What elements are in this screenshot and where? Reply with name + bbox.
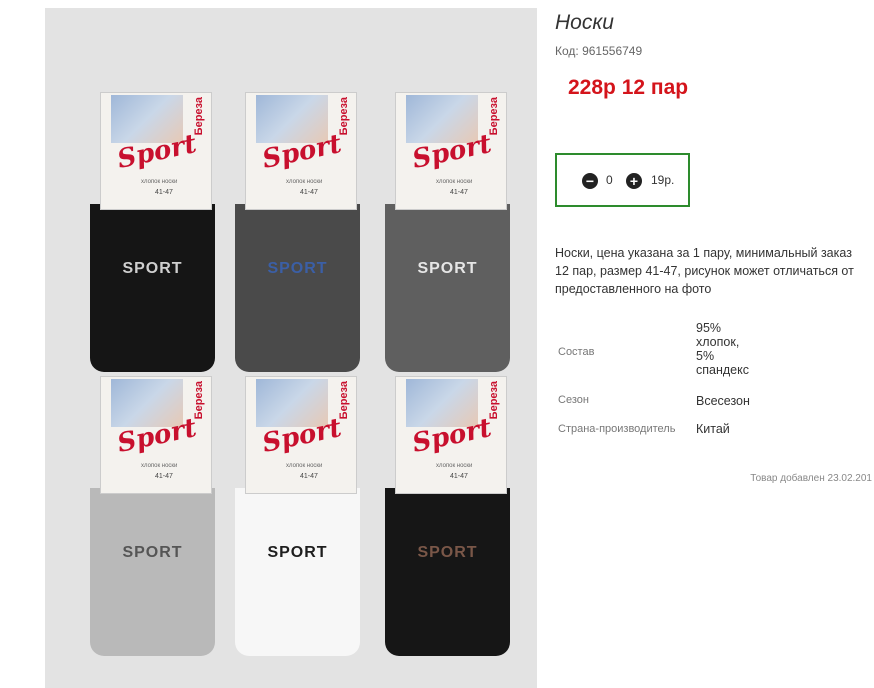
sock-word: SPORT — [417, 544, 478, 561]
sock-label: Береза Sport хлопок носки 41-47 — [245, 92, 357, 210]
spec-value-season: Всесезон — [696, 394, 750, 408]
sock-word: SPORT — [122, 544, 183, 561]
spec-label-composition: Состав — [558, 346, 595, 358]
sock-word: SPORT — [267, 544, 328, 561]
size-label: 41-47 — [300, 189, 318, 196]
brand-name: Береза — [338, 381, 350, 420]
size-label: 41-47 — [450, 473, 468, 480]
sock-body — [235, 488, 360, 656]
size-label: 41-47 — [155, 189, 173, 196]
sock-body — [235, 204, 360, 372]
brand-name: Береза — [193, 97, 205, 136]
label-subtitle: хлопок носки — [436, 463, 473, 469]
plus-circle-icon[interactable]: + — [626, 173, 642, 189]
spec-label-season: Сезон — [558, 394, 589, 406]
sock-label: Береза Sport хлопок носки 41-47 — [100, 376, 212, 494]
label-subtitle: хлопок носки — [141, 463, 178, 469]
sock-body — [90, 488, 215, 656]
label-subtitle: хлопок носки — [141, 179, 178, 185]
sock-label: Береза Sport хлопок носки 41-47 — [395, 92, 507, 210]
product-title: Носки — [555, 11, 614, 34]
label-subtitle: хлопок носки — [436, 179, 473, 185]
sock-label: Береза Sport хлопок носки 41-47 — [100, 92, 212, 210]
sock-body — [90, 204, 215, 372]
sock-word: SPORT — [267, 260, 328, 277]
sock-word: SPORT — [122, 260, 183, 277]
quantity-stepper: − 0 + 19р. — [555, 153, 690, 207]
sock-word: SPORT — [417, 260, 478, 277]
quantity-value: 0 — [606, 173, 613, 187]
brand-name: Береза — [488, 97, 500, 136]
spec-value-country: Китай — [696, 422, 730, 436]
brand-name: Береза — [338, 97, 350, 136]
product-photo[interactable]: Береза Sport хлопок носки 41-47 SPORT Бе… — [45, 8, 537, 688]
sock-body — [385, 488, 510, 656]
spec-value-composition: 95% хлопок, 5% спандекс — [696, 321, 749, 377]
minus-circle-icon[interactable]: − — [582, 173, 598, 189]
label-subtitle: хлопок носки — [286, 463, 323, 469]
sock-label: Береза Sport хлопок носки 41-47 — [395, 376, 507, 494]
brand-name: Береза — [488, 381, 500, 420]
product-price: 228р 12 пар — [568, 76, 689, 99]
product-description: Носки, цена указана за 1 пару, минимальн… — [555, 246, 854, 296]
sock-body — [385, 204, 510, 372]
product-code: Код: 961556749 — [555, 44, 643, 58]
unit-price: 19р. — [651, 173, 675, 187]
label-subtitle: хлопок носки — [286, 179, 323, 185]
sock-label: Береза Sport хлопок носки 41-47 — [245, 376, 357, 494]
size-label: 41-47 — [450, 189, 468, 196]
size-label: 41-47 — [300, 473, 318, 480]
added-date: Товар добавлен 23.02.201 — [750, 473, 872, 484]
spec-label-country: Страна-производитель — [558, 423, 676, 435]
size-label: 41-47 — [155, 473, 173, 480]
brand-name: Береза — [193, 381, 205, 420]
